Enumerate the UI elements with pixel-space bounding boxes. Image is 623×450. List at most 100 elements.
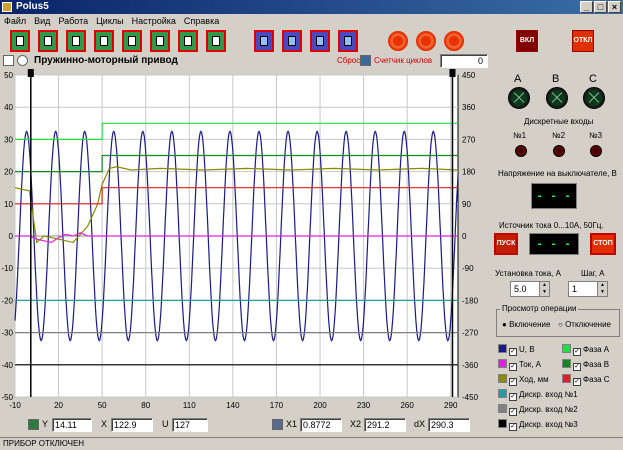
- y-tick-label: 10: [4, 200, 13, 209]
- legend-discrete-1[interactable]: ✓ Дискр. вход №1: [498, 389, 578, 402]
- x-tick-label: 260: [400, 401, 414, 410]
- open-file-icon[interactable]: [38, 30, 58, 52]
- y-value-field: 14.11: [52, 418, 92, 432]
- close-button[interactable]: ×: [608, 1, 621, 13]
- u-label: U: [162, 419, 169, 429]
- new-file-icon[interactable]: [10, 30, 30, 52]
- legend-phase-c[interactable]: ✓ Фаза С: [562, 374, 610, 387]
- menu-bar: Файл Вид Работа Циклы Настройка Справка: [0, 14, 623, 28]
- chart-settings-icon[interactable]: [3, 55, 14, 66]
- y2-tick-label: -180: [462, 296, 479, 305]
- reset-button[interactable]: [360, 55, 371, 66]
- view-on-radio[interactable]: ● Включение: [502, 320, 550, 329]
- cursor-2-handle: [449, 69, 456, 77]
- minimize-button[interactable]: _: [580, 1, 593, 13]
- grid-icon[interactable]: [310, 30, 330, 52]
- cycle3-icon[interactable]: [444, 31, 464, 51]
- start-button[interactable]: ПУСК: [494, 233, 518, 255]
- y-tick-label: -10: [1, 264, 13, 273]
- x1-value-field: 0.8772: [300, 418, 342, 432]
- view-off-radio[interactable]: ○ Отключение: [558, 320, 611, 329]
- discrete-inputs-title: Дискретные входы: [524, 117, 594, 126]
- table-icon[interactable]: [94, 30, 114, 52]
- y2-tick-label: 450: [462, 71, 476, 80]
- x-tick-label: 50: [98, 401, 107, 410]
- x-tick-label: 200: [313, 401, 327, 410]
- y-label: Y: [42, 419, 49, 429]
- waveform-icon[interactable]: [338, 30, 358, 52]
- menu-cycles[interactable]: Циклы: [92, 16, 127, 26]
- x-tick-label: 170: [270, 401, 284, 410]
- step-stepper[interactable]: ▲ ▼: [597, 282, 607, 296]
- chart-options-icon[interactable]: [17, 55, 28, 66]
- disk-icon[interactable]: [122, 30, 142, 52]
- oscillogram-chart[interactable]: 50 450 40 360 30 270 20 180 10 90 0 0 -10 -90 -20 -180 -…: [0, 67, 490, 414]
- y2-tick-label: 180: [462, 168, 476, 177]
- set-current-stepper[interactable]: ▲ ▼: [539, 282, 549, 296]
- x-tick-label: 290: [444, 401, 458, 410]
- x2-value-field: 291.2: [364, 418, 406, 432]
- x-value-field: 122.9: [111, 418, 153, 432]
- voltage-display: - - -: [531, 183, 577, 209]
- x-tick-label: 20: [54, 401, 63, 410]
- maximize-button[interactable]: □: [594, 1, 607, 13]
- zoom-icon[interactable]: [66, 30, 86, 52]
- y-tick-label: -30: [1, 329, 13, 338]
- step-label: Шаг, А: [581, 269, 605, 278]
- legend-phase-a[interactable]: ✓ Фаза А: [562, 344, 609, 357]
- x-tick-label: 230: [357, 401, 371, 410]
- menu-view[interactable]: Вид: [30, 16, 54, 26]
- current-source-title: Источник тока 0...10А, 50Гц.: [499, 221, 604, 230]
- y2-tick-label: -360: [462, 361, 479, 370]
- y2-tick-label: -90: [462, 264, 474, 273]
- y-tick-label: -20: [1, 296, 13, 305]
- set-current-input[interactable]: 5.0 ▲ ▼: [510, 281, 550, 297]
- u-value-field: 127: [172, 418, 208, 432]
- y2-tick-label: 90: [462, 200, 471, 209]
- x-tick-label: 140: [226, 401, 240, 410]
- discrete-1-label: №1: [513, 131, 527, 140]
- cycle2-icon[interactable]: [416, 31, 436, 51]
- legend-stroke[interactable]: ✓ Ход, мм: [498, 374, 549, 387]
- legend-phase-b[interactable]: ✓ Фаза В: [562, 359, 609, 372]
- power-off-button[interactable]: ОТКЛ: [572, 30, 594, 52]
- legend-current[interactable]: ✓ Ток, А: [498, 359, 541, 372]
- menu-file[interactable]: Файл: [0, 16, 30, 26]
- phase-c-label: C: [589, 73, 597, 85]
- legend-u[interactable]: ✓ U, B: [498, 344, 535, 357]
- chart-icon[interactable]: [150, 30, 170, 52]
- menu-help[interactable]: Справка: [180, 16, 223, 26]
- current-display: - - -: [529, 233, 579, 255]
- folder-icon[interactable]: [206, 30, 226, 52]
- cursor-lines-icon[interactable]: [272, 419, 283, 430]
- control-panel: A B C Дискретные входы №1 №2 №3 Напряжен…: [490, 67, 623, 437]
- x-tick-label: -10: [9, 401, 21, 410]
- hammer-icon[interactable]: [254, 30, 274, 52]
- legend-discrete-3[interactable]: ✓ Дискр. вход №3: [498, 419, 578, 432]
- discrete-1-indicator: [515, 145, 527, 157]
- dx-label: dX: [414, 419, 426, 429]
- cycle1-icon[interactable]: [388, 31, 408, 51]
- reset-label: Сброс: [337, 56, 361, 65]
- y2-tick-label: 0: [462, 232, 467, 241]
- dx-value-field: 290.3: [428, 418, 470, 432]
- menu-work[interactable]: Работа: [54, 16, 92, 26]
- crosshair-icon[interactable]: [28, 419, 39, 430]
- power-on-button[interactable]: ВКЛ: [516, 30, 538, 52]
- phase-b-indicator: [546, 87, 568, 109]
- stop-button[interactable]: СТОП: [590, 233, 616, 255]
- chart-svg[interactable]: 50 450 40 360 30 270 20 180 10 90 0 0 -10 -90 -20 -180 -…: [0, 67, 490, 414]
- cursor-readout: Y 14.11 X 122.9 U 127 X1 0.8772 X2 291.2…: [0, 416, 490, 434]
- status-text: ПРИБОР ОТКЛЮЧЕН: [3, 439, 85, 448]
- step-input[interactable]: 1 ▲ ▼: [568, 281, 608, 297]
- save-icon[interactable]: [178, 30, 198, 52]
- y-tick-label: 40: [4, 103, 13, 112]
- y-tick-label: 0: [9, 232, 14, 241]
- x-tick-label: 110: [183, 401, 196, 410]
- x1-label: X1: [286, 419, 298, 429]
- arrows-icon[interactable]: [282, 30, 302, 52]
- y2-tick-label: 360: [462, 103, 476, 112]
- legend-discrete-2[interactable]: ✓ Дискр. вход №2: [498, 404, 578, 417]
- y2-tick-label: 270: [462, 135, 476, 144]
- menu-settings[interactable]: Настройка: [128, 16, 180, 26]
